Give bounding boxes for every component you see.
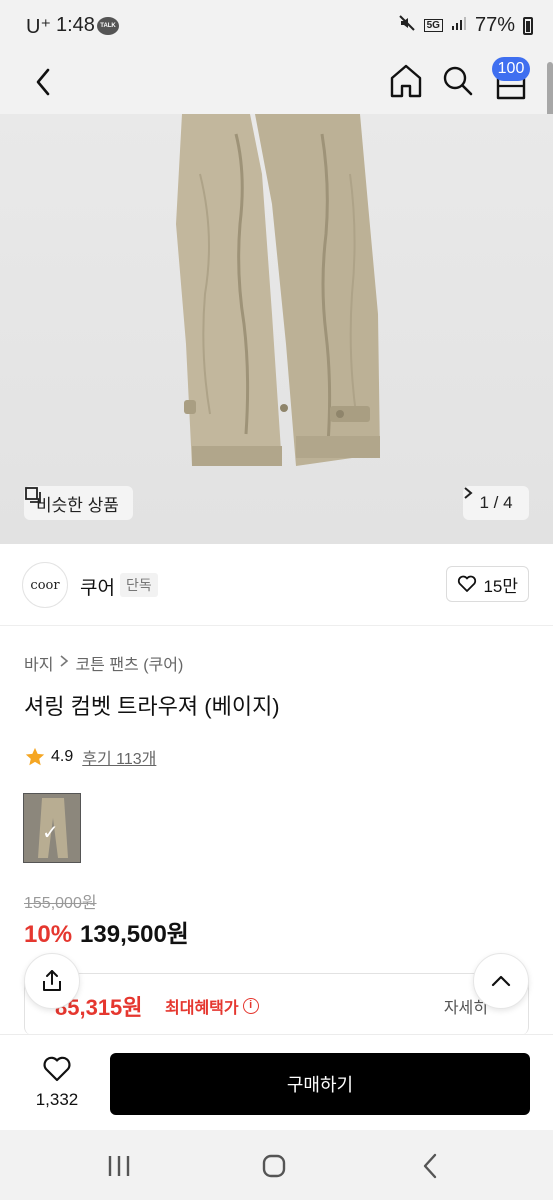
price-row: 10% 139,500원 (24, 914, 189, 949)
selected-check-icon: ✓ (42, 822, 59, 844)
exclusive-tag: 단독 (120, 573, 158, 597)
cart-count-badge: 100 (492, 57, 530, 81)
breadcrumb-item[interactable]: 코튼 팬츠 (쿠어) (75, 651, 183, 675)
chevron-left-icon (36, 68, 50, 96)
home-icon (390, 64, 422, 98)
rating-score: 4.9 (51, 748, 74, 765)
share-icon (43, 970, 61, 991)
back-button[interactable] (26, 64, 62, 100)
scroll-to-top-button[interactable] (473, 953, 529, 1009)
recent-apps-icon (108, 1156, 130, 1176)
star-icon (25, 747, 45, 766)
info-icon[interactable]: i (242, 998, 259, 1014)
chevron-right-icon (60, 655, 69, 667)
wishlist-count: 1,332 (35, 1090, 79, 1109)
chevron-right-icon (464, 487, 473, 499)
status-icons: 5G 77% (398, 14, 533, 37)
product-image-gallery[interactable]: 비슷한 상품 1 / 4 (0, 114, 553, 544)
wishlist-button[interactable]: 1,332 (28, 1055, 86, 1115)
sale-price: 139,500원 (80, 921, 189, 948)
breadcrumb-item[interactable]: 바지 (24, 651, 53, 675)
similar-products-icon (25, 487, 41, 503)
network-type: 5G (423, 19, 443, 32)
discount-rate: 10% (24, 921, 73, 948)
rating-row: 4.9 후기 113개 (24, 745, 156, 769)
share-button[interactable] (24, 953, 80, 1009)
max-benefit-label: 최대혜택가 i (165, 994, 259, 1018)
heart-icon (43, 1056, 71, 1082)
system-back-button[interactable] (420, 1152, 440, 1185)
chevron-up-icon (491, 975, 511, 987)
battery-icon (523, 16, 533, 35)
max-benefit-label-text: 최대혜택가 (165, 1000, 239, 1017)
reviews-link[interactable]: 후기 113개 (82, 745, 156, 769)
search-icon (443, 66, 473, 96)
home-circle-icon (262, 1154, 286, 1178)
max-benefit-box[interactable]: 85,315원 최대혜택가 i 자세히 (24, 973, 529, 1035)
status-bar: U⁺ 1:48 TALK 5G 77% (0, 0, 553, 52)
brand-row: coor 쿠어 단독 15만 (0, 544, 553, 626)
system-home-button[interactable] (262, 1154, 288, 1183)
similar-products-label: 비슷한 상품 (36, 495, 119, 515)
system-nav-bar (0, 1130, 553, 1200)
search-button[interactable] (440, 60, 476, 100)
category-breadcrumb: 바지 코튼 팬츠 (쿠어) (24, 651, 183, 675)
mute-icon (398, 14, 416, 37)
similar-products-button[interactable]: 비슷한 상품 (24, 486, 133, 520)
status-time: 1:48 (56, 14, 95, 36)
signal-icon (451, 14, 467, 37)
brand-like-button[interactable]: 15만 (446, 566, 529, 602)
brand-like-count: 15만 (483, 576, 518, 596)
brand-logo[interactable]: coor (22, 562, 68, 608)
chevron-left-icon (423, 1153, 437, 1179)
bottom-action-bar: 1,332 구매하기 (0, 1034, 553, 1130)
home-button[interactable] (388, 60, 424, 100)
image-pager[interactable]: 1 / 4 (463, 486, 529, 520)
product-title: 셔링 컴벳 트라우져 (베이지) (24, 694, 280, 719)
image-pager-text: 1 / 4 (479, 493, 513, 512)
brand-name[interactable]: 쿠어 (80, 573, 115, 600)
battery-percent: 77% (474, 14, 515, 36)
original-price: 155,000원 (24, 895, 97, 912)
product-photo (176, 114, 380, 466)
recent-apps-button[interactable] (106, 1154, 132, 1183)
carrier-label: U⁺ (26, 16, 51, 38)
top-nav: 100 (0, 52, 553, 114)
heart-icon (458, 575, 477, 592)
kakaotalk-notification-icon: TALK (97, 17, 119, 35)
color-option-thumbnail[interactable]: ✓ (23, 793, 81, 863)
buy-button[interactable]: 구매하기 (110, 1053, 530, 1115)
